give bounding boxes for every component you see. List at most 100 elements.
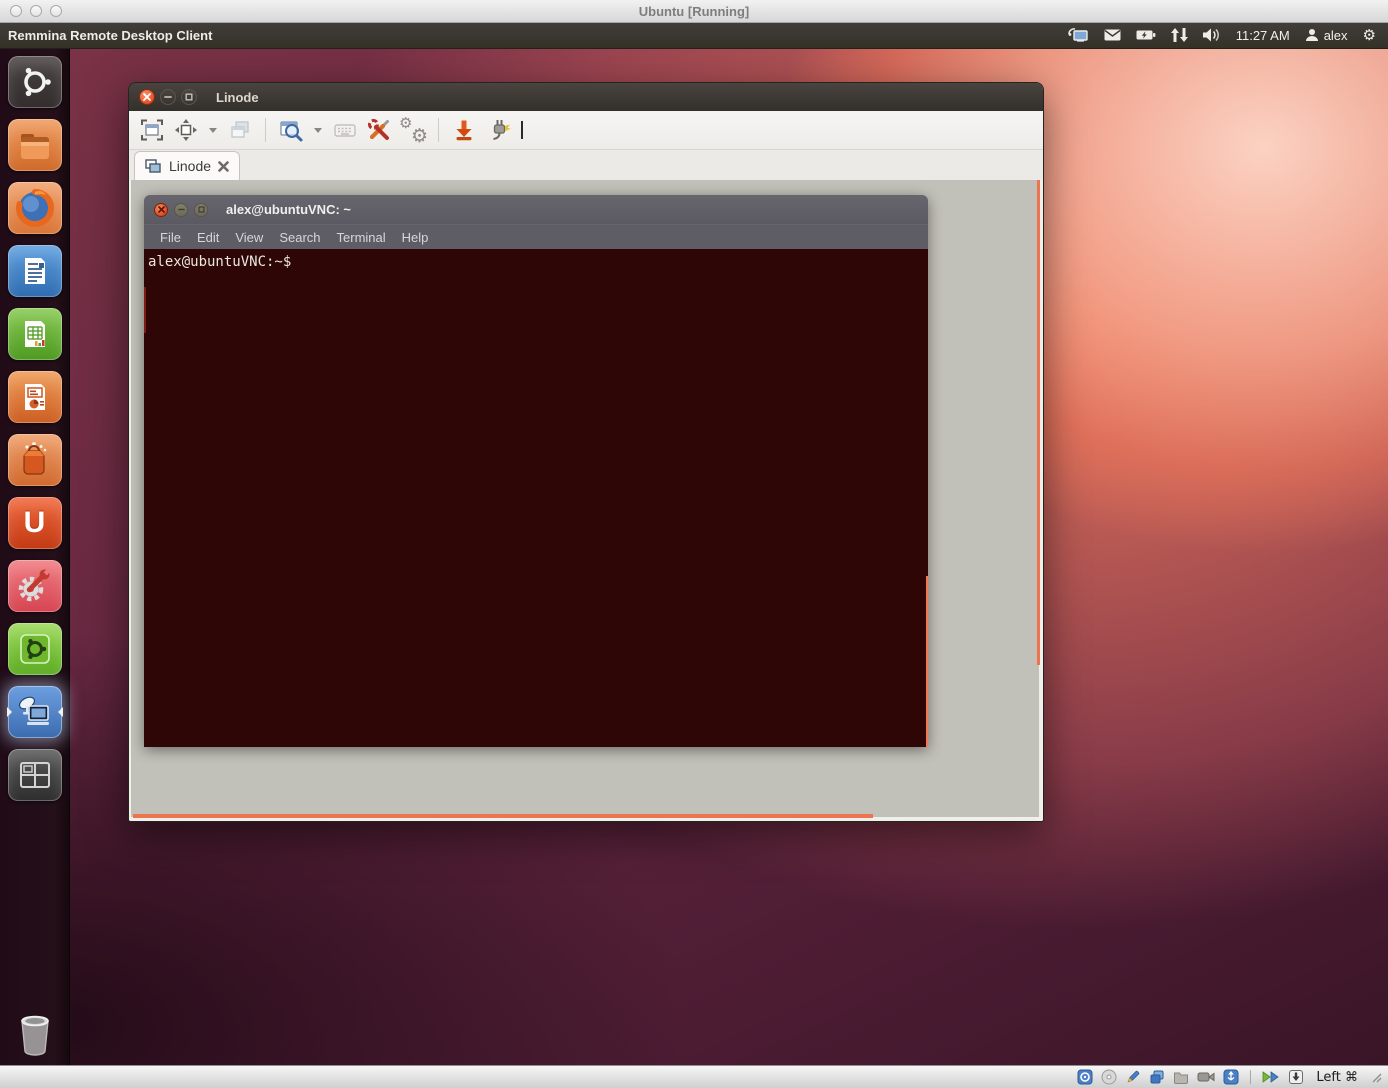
screenshot-options-caret[interactable] <box>314 128 322 133</box>
remmina-tray-icon[interactable] <box>1067 27 1089 43</box>
render-artifact-line <box>1037 180 1040 665</box>
plug-disconnect-button[interactable] <box>483 115 513 145</box>
plug-icon <box>485 117 511 143</box>
user-icon <box>1305 28 1319 42</box>
resize-grip[interactable] <box>1370 1071 1382 1083</box>
tab-close-icon[interactable] <box>218 161 229 172</box>
menu-terminal[interactable]: Terminal <box>329 230 394 245</box>
indicator-tray: 11:27 AM alex ⚙ <box>1067 27 1388 43</box>
preferences-button[interactable]: ⚙⚙ <box>398 115 428 145</box>
calc-spreadsheet-icon <box>15 314 55 354</box>
connection-tab-linode[interactable]: Linode <box>134 151 240 180</box>
ubuntu-logo-icon <box>15 62 55 102</box>
macos-titlebar: Ubuntu [Running] <box>0 0 1388 23</box>
ubuntu-menubar: Remmina Remote Desktop Client <box>0 22 1388 49</box>
red-down-arrow-icon <box>451 117 477 143</box>
macos-window-title: Ubuntu [Running] <box>0 4 1388 19</box>
session-gear-icon[interactable]: ⚙ <box>1363 28 1376 43</box>
render-artifact-line <box>144 287 146 333</box>
menu-file[interactable]: File <box>152 230 189 245</box>
usb-status-icon[interactable] <box>1223 1069 1239 1085</box>
display-status-icon[interactable] <box>1149 1069 1165 1085</box>
terminal-window[interactable]: alex@ubuntuVNC: ~ File Edit View Search … <box>144 195 928 747</box>
duplicate-windows-icon <box>227 117 253 143</box>
shell-prompt: alex@ubuntuVNC:~$ <box>148 254 291 270</box>
launcher-item-workspace-switcher[interactable] <box>8 749 62 801</box>
toggle-fullscreen-button[interactable] <box>137 115 167 145</box>
folder-icon <box>15 125 55 165</box>
launcher-item-libreoffice-writer[interactable] <box>8 245 62 297</box>
launcher-item-ubuntu-software-green[interactable] <box>8 623 62 675</box>
optical-status-icon[interactable] <box>1101 1069 1117 1085</box>
hdd-status-icon[interactable] <box>1077 1069 1093 1085</box>
toolbar-separator <box>438 118 439 142</box>
workspace-grid-icon <box>15 755 55 795</box>
user-menu[interactable]: alex <box>1305 28 1348 43</box>
terminal-title: alex@ubuntuVNC: ~ <box>226 202 351 217</box>
gear-wrench-icon <box>14 565 56 607</box>
shared-folders-status-icon[interactable] <box>1173 1069 1189 1085</box>
firefox-icon <box>14 187 56 229</box>
ubuntu-one-letter: U <box>24 506 46 540</box>
green-ubuntu-emblem-icon <box>14 628 56 670</box>
video-capture-status-icon[interactable] <box>1197 1070 1215 1084</box>
network-arrows-icon[interactable] <box>1171 28 1188 42</box>
terminal-maximize-button[interactable] <box>194 203 208 217</box>
launcher-item-remmina[interactable] <box>8 686 62 738</box>
toolbar-separator <box>265 118 266 142</box>
remmina-window: Linode <box>128 82 1044 822</box>
mouse-integration-icon[interactable] <box>1262 1070 1280 1084</box>
disconnect-button[interactable] <box>449 115 479 145</box>
battery-icon[interactable] <box>1136 29 1156 41</box>
remmina-titlebar[interactable]: Linode <box>129 83 1043 111</box>
launcher-item-libreoffice-impress[interactable] <box>8 371 62 423</box>
window-close-button[interactable] <box>139 89 155 105</box>
unity-launcher: U <box>0 48 70 1065</box>
keyboard-icon <box>332 117 358 143</box>
terminal-body[interactable]: alex@ubuntuVNC:~$ <box>144 249 928 747</box>
menu-search[interactable]: Search <box>271 230 328 245</box>
terminal-minimize-button[interactable] <box>174 203 188 217</box>
launcher-item-dash-home[interactable] <box>8 56 62 108</box>
duplicate-connection-button[interactable] <box>225 115 255 145</box>
grab-keyboard-button[interactable] <box>330 115 360 145</box>
terminal-titlebar[interactable]: alex@ubuntuVNC: ~ <box>144 195 928 224</box>
tab-windows-icon <box>145 159 162 174</box>
launcher-item-firefox[interactable] <box>8 182 62 234</box>
launcher-item-libreoffice-calc[interactable] <box>8 308 62 360</box>
crossed-tools-icon <box>366 117 392 143</box>
tools-button[interactable] <box>364 115 394 145</box>
volume-icon[interactable] <box>1203 28 1221 42</box>
host-key-label: Left ⌘ <box>1316 1070 1358 1085</box>
toggle-scaled-mode-button[interactable] <box>171 115 201 145</box>
clock[interactable]: 11:27 AM <box>1236 28 1290 43</box>
screenshot-button[interactable] <box>276 115 306 145</box>
shopping-bag-icon <box>14 439 56 481</box>
toolbar-text-cursor <box>521 121 523 139</box>
launcher-item-ubuntu-software-center[interactable] <box>8 434 62 486</box>
menu-view[interactable]: View <box>227 230 271 245</box>
terminal-close-button[interactable] <box>154 203 168 217</box>
menu-help[interactable]: Help <box>394 230 437 245</box>
launcher-item-trash[interactable] <box>8 1009 62 1061</box>
remmina-tabbar: Linode <box>129 150 1043 180</box>
window-maximize-button[interactable] <box>181 89 197 105</box>
vnc-viewport[interactable]: alex@ubuntuVNC: ~ File Edit View Search … <box>129 180 1043 821</box>
scale-options-caret[interactable] <box>209 128 217 133</box>
keyboard-capture-icon[interactable] <box>1288 1069 1304 1085</box>
pencil-status-icon[interactable] <box>1125 1069 1141 1085</box>
launcher-item-system-settings[interactable] <box>8 560 62 612</box>
mail-icon[interactable] <box>1104 29 1121 41</box>
menu-edit[interactable]: Edit <box>189 230 227 245</box>
window-minimize-button[interactable] <box>160 89 176 105</box>
window-title: Linode <box>216 90 259 105</box>
statusbar-separator <box>1250 1070 1251 1084</box>
launcher-item-files[interactable] <box>8 119 62 171</box>
trash-bin-icon <box>13 1011 57 1059</box>
username-label: alex <box>1324 28 1348 43</box>
virtualbox-screen: Ubuntu [Running] Remmina Remote Desktop … <box>0 0 1388 1088</box>
tab-label: Linode <box>169 158 211 174</box>
launcher-item-ubuntu-one[interactable]: U <box>8 497 62 549</box>
impress-presentation-icon <box>15 377 55 417</box>
scale-window-icon <box>173 117 199 143</box>
